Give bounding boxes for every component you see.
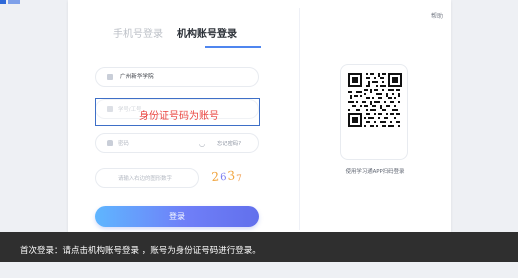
qr-code-icon bbox=[346, 71, 404, 129]
qr-caption: 使用学习通APP扫码登录 bbox=[345, 169, 405, 175]
login-button[interactable]: 登录 bbox=[95, 206, 259, 227]
tab-org-account-login[interactable]: 机构账号登录 bbox=[177, 26, 237, 44]
captcha-field[interactable]: 请输入右边的图形数字 bbox=[95, 168, 199, 188]
top-left-accent bbox=[0, 0, 6, 4]
tab-phone-login[interactable]: 手机号登录 bbox=[113, 26, 163, 44]
password-placeholder: 密码 bbox=[118, 141, 129, 147]
instruction-banner: 首次登录：请点击机构账号登录 ，账号为身份证号码进行登录。 bbox=[0, 232, 518, 262]
top-left-mark bbox=[8, 0, 20, 4]
password-field[interactable]: 密码 ◡ 忘记密码? bbox=[95, 133, 259, 153]
captcha-digit: 3 bbox=[226, 168, 237, 183]
instruction-text: 首次登录：请点击机构账号登录 ，账号为身份证号码进行登录。 bbox=[20, 246, 261, 256]
lock-icon bbox=[107, 140, 113, 146]
captcha-digit: 7 bbox=[236, 173, 244, 185]
captcha-image[interactable]: 2637 bbox=[211, 167, 255, 188]
building-icon bbox=[107, 74, 113, 80]
login-page: 帮助 手机号登录 机构账号登录 广州新华学院 学号/工号 密码 ◡ 忘记密码? … bbox=[0, 0, 518, 278]
help-link[interactable]: 帮助 bbox=[431, 11, 443, 20]
id-annotation-box: 身份证号码为账号 bbox=[95, 98, 260, 126]
eye-icon[interactable]: ◡ bbox=[199, 140, 205, 148]
card-divider bbox=[299, 8, 300, 230]
school-value: 广州新华学院 bbox=[120, 74, 154, 80]
school-field[interactable]: 广州新华学院 bbox=[95, 67, 259, 87]
bottom-strip bbox=[0, 262, 518, 278]
annotation-text: 身份证号码为账号 bbox=[139, 111, 219, 122]
captcha-placeholder: 请输入右边的图形数字 bbox=[118, 176, 172, 182]
login-tabs: 手机号登录 机构账号登录 bbox=[95, 26, 265, 48]
qr-code-panel bbox=[340, 64, 408, 160]
active-tab-underline bbox=[205, 46, 261, 48]
forgot-password-link[interactable]: 忘记密码? bbox=[217, 139, 241, 147]
